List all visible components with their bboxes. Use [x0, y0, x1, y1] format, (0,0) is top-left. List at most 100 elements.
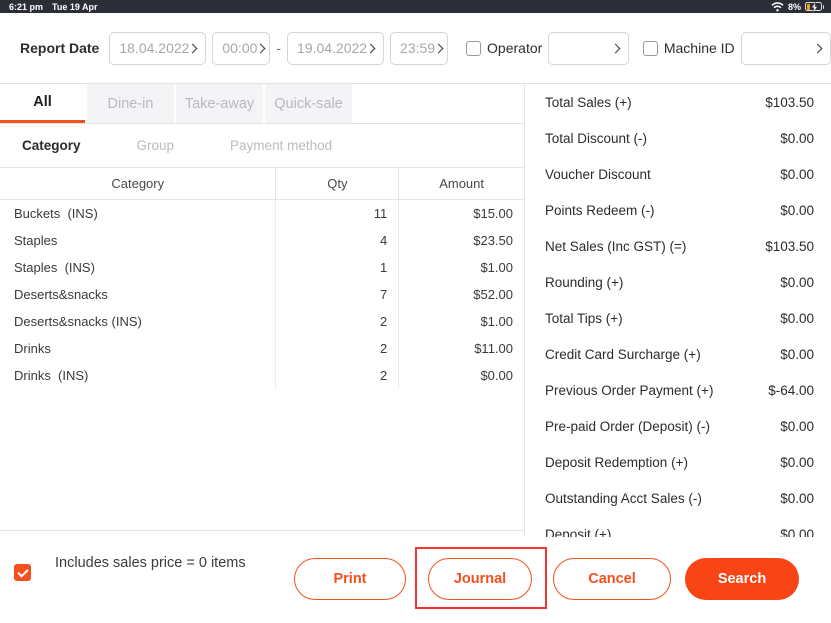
operator-checkbox[interactable]: [466, 40, 482, 56]
cell-amount: $15.00: [473, 206, 513, 221]
table-row-drinks-ins[interactable]: Drinks (INS) 2 $0.00: [0, 362, 524, 389]
summary-row-total-sales: Total Sales (+) $103.50: [545, 84, 814, 120]
summary-label: Deposit (+): [545, 526, 612, 538]
machine-id-label: Machine ID: [663, 40, 735, 56]
summary-value: $0.00: [780, 202, 814, 218]
summary-label: Points Redeem (-): [545, 202, 655, 218]
journal-highlight-box: Journal: [415, 547, 547, 609]
header-qty: Qty: [276, 168, 400, 199]
cell-qty: 4: [276, 227, 400, 254]
chevron-right-icon: [255, 43, 266, 53]
summary-value: $0.00: [780, 490, 814, 506]
summary-value: $0.00: [780, 274, 814, 290]
end-date-field[interactable]: 19.04.2022: [287, 31, 385, 65]
cell-amount: $23.50: [473, 233, 513, 248]
summary-label: Deposit Redemption (+): [545, 454, 688, 470]
summary-label: Voucher Discount: [545, 166, 651, 182]
cell-category: Buckets (INS): [0, 200, 277, 227]
operator-select[interactable]: [548, 31, 629, 65]
summary-value: $103.50: [765, 238, 814, 254]
summary-label: Rounding (+): [545, 274, 624, 290]
table-row-drinks[interactable]: Drinks 2 $11.00: [0, 335, 524, 362]
footer-bar: Includes sales price = 0 items Print Jou…: [0, 537, 831, 623]
summary-row-total-tips: Total Tips (+) $0.00: [545, 300, 814, 336]
summary-row-pre-paid-order-deposit: Pre-paid Order (Deposit) (-) $0.00: [545, 408, 814, 444]
subtab-payment-method[interactable]: Payment method: [230, 138, 332, 153]
summary-label: Credit Card Surcharge (+): [545, 346, 701, 362]
table-row-staples-ins[interactable]: Staples (INS) 1 $1.00: [0, 254, 524, 281]
chevron-right-icon: [433, 43, 444, 53]
cell-qty: 7: [276, 281, 400, 308]
summary-row-deposit-redemption: Deposit Redemption (+) $0.00: [545, 444, 814, 480]
tab-take-away[interactable]: Take-away: [176, 84, 263, 123]
cell-category: Drinks (INS): [0, 362, 277, 389]
cell-category: Staples: [0, 227, 277, 254]
summary-value: $0.00: [780, 346, 814, 362]
status-time: 6:21 pm: [9, 1, 44, 12]
subtab-category[interactable]: Category: [22, 138, 81, 153]
tab-quick-sale[interactable]: Quick-sale: [265, 84, 352, 123]
summary-row-points-redeem: Points Redeem (-) $0.00: [545, 192, 814, 228]
cell-qty: 1: [276, 254, 400, 281]
date-range-separator: -: [276, 40, 282, 56]
cell-amount: $1.00: [480, 314, 513, 329]
left-panel: All Dine-in Take-away Quick-sale Category Gr…: [0, 84, 525, 537]
summary-row-previous-order-payment: Previous Order Payment (+) $-64.00: [545, 372, 814, 408]
start-time-field[interactable]: 00:00: [212, 31, 271, 65]
main-content: All Dine-in Take-away Quick-sale Category Gr…: [0, 84, 831, 537]
cell-qty: 11: [276, 200, 400, 227]
status-bar: 6:21 pm Tue 19 Apr 8%: [0, 0, 831, 13]
summary-row-total-discount: Total Discount (-) $0.00: [545, 120, 814, 156]
summary-row-voucher-discount: Voucher Discount $0.00: [545, 156, 814, 192]
include-zero-price-checkbox[interactable]: [14, 564, 31, 581]
summary-label: Total Discount (-): [545, 130, 648, 146]
machine-id-checkbox[interactable]: [642, 40, 658, 56]
summary-row-credit-card-surcharge: Credit Card Surcharge (+) $0.00: [545, 336, 814, 372]
cell-category: Deserts&snacks (INS): [0, 308, 277, 335]
charging-bolt-icon: [811, 2, 818, 13]
end-date-value: 19.04.2022: [297, 40, 368, 56]
start-time-value: 00:00: [222, 40, 258, 56]
cell-amount: $0.00: [480, 368, 513, 383]
report-date-label: Report Date: [20, 40, 100, 56]
summary-label: Total Sales (+): [545, 94, 632, 110]
summary-row-deposit: Deposit (+) $0.00: [545, 516, 814, 538]
cell-category: Staples (INS): [0, 254, 277, 281]
summary-value: $0.00: [780, 130, 814, 146]
cell-qty: 2: [276, 362, 400, 389]
table-row-buckets-ins[interactable]: Buckets (INS) 11 $15.00: [0, 200, 524, 227]
machine-id-select[interactable]: [740, 31, 831, 65]
end-time-value: 23:59: [400, 40, 436, 56]
tab-all[interactable]: All: [0, 84, 85, 123]
battery-percent: 8%: [787, 1, 801, 12]
cell-qty: 2: [276, 308, 400, 335]
summary-label: Net Sales (Inc GST) (=): [545, 238, 687, 254]
print-button[interactable]: Print: [294, 558, 406, 600]
summary-label: Pre-paid Order (Deposit) (-): [545, 418, 711, 434]
chevron-right-icon: [187, 43, 198, 53]
start-date-field[interactable]: 18.04.2022: [109, 31, 207, 65]
cancel-button[interactable]: Cancel: [553, 558, 671, 600]
journal-button[interactable]: Journal: [428, 557, 532, 600]
table-row-deserts-snacks[interactable]: Deserts&snacks 7 $52.00: [0, 281, 524, 308]
search-button[interactable]: Search: [685, 558, 799, 600]
wifi-icon: [771, 1, 784, 12]
summary-value: $0.00: [780, 310, 814, 326]
subtab-group[interactable]: Group: [137, 138, 175, 153]
end-time-field[interactable]: 23:59: [390, 31, 449, 65]
summary-value: $-64.00: [768, 382, 814, 398]
report-view-tabs: Category Group Payment method: [0, 124, 524, 168]
table-row-staples[interactable]: Staples 4 $23.50: [0, 227, 524, 254]
chevron-right-icon: [365, 43, 376, 53]
header-amount: Amount: [439, 176, 485, 191]
table-header: Category Qty Amount: [0, 168, 524, 200]
summary-value: $0.00: [780, 166, 814, 182]
include-zero-price-label: Includes sales price = 0 items: [55, 555, 246, 571]
table-row-deserts-snacks-ins[interactable]: Deserts&snacks (INS) 2 $1.00: [0, 308, 524, 335]
summary-value: $103.50: [765, 94, 814, 110]
tab-dine-in[interactable]: Dine-in: [87, 84, 174, 123]
cell-amount: $11.00: [474, 341, 513, 356]
summary-value: $0.00: [780, 418, 814, 434]
cell-amount: $1.00: [480, 260, 513, 275]
summary-label: Previous Order Payment (+): [545, 382, 714, 398]
